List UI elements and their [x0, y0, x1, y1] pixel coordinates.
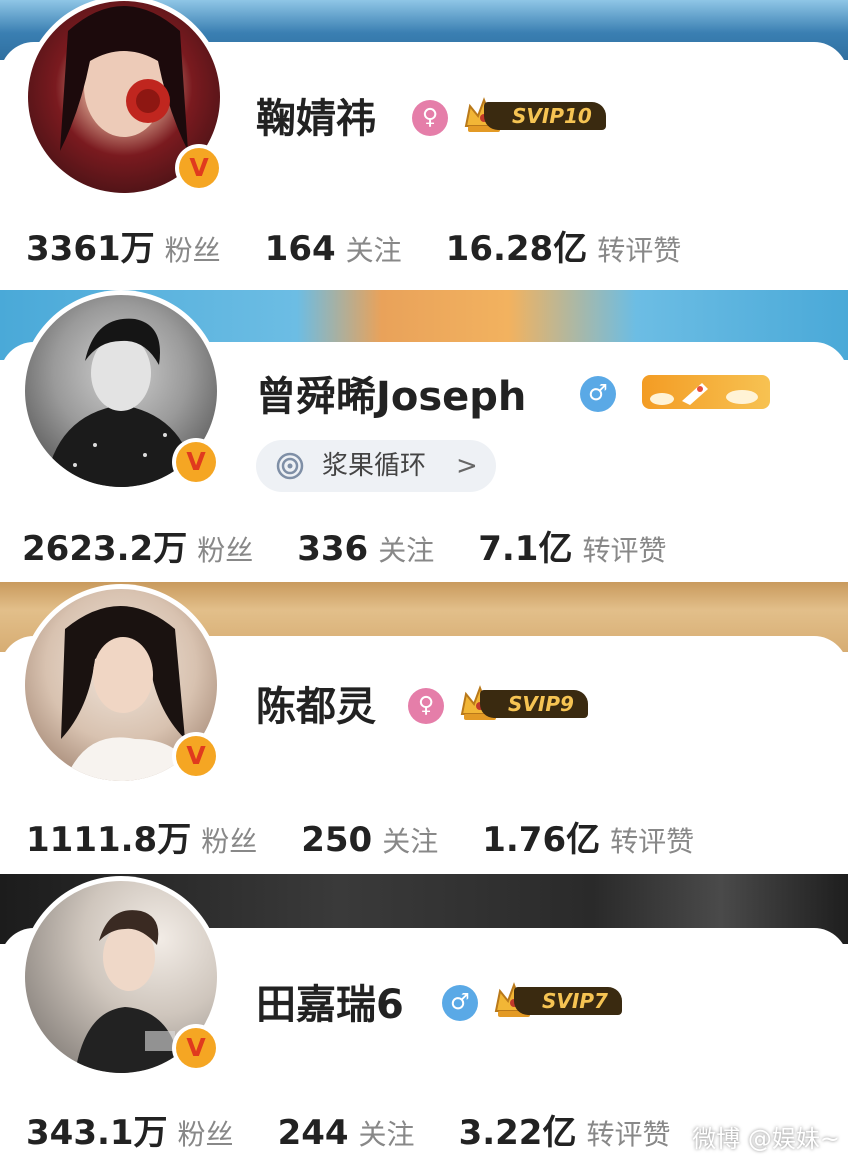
chevron-right-icon: >: [456, 451, 478, 481]
svip-level-label: SVIP10: [484, 102, 606, 130]
interactions-label: 转评赞: [597, 234, 682, 267]
profile-card-2[interactable]: V 曾舜晞Joseph ♂ 浆果循环 > 2623.2万 粉丝 336 关注 7.1亿转…: [0, 290, 848, 582]
watermark: 微博 @娱妹~: [692, 1125, 840, 1153]
following-label[interactable]: 关注: [346, 234, 402, 267]
following-count[interactable]: 244: [278, 1113, 349, 1153]
profile-name: 田嘉瑞6: [256, 982, 404, 1028]
verified-v-icon: V: [176, 736, 216, 776]
following-count[interactable]: 250: [301, 820, 372, 860]
verified-badge: V: [172, 438, 220, 486]
rocket-badge[interactable]: [642, 375, 770, 409]
following-label[interactable]: 关注: [378, 534, 434, 567]
profile-name: 陈都灵: [256, 684, 376, 730]
following-count[interactable]: 336: [297, 529, 368, 569]
verified-v-icon: V: [176, 442, 216, 482]
following-label[interactable]: 关注: [359, 1118, 415, 1151]
verified-badge: V: [175, 144, 223, 192]
profile-card-4[interactable]: V 田嘉瑞6 ♂ SVIP7 343.1万 粉丝 244 关注 3.22亿 转评赞 微博 …: [0, 874, 848, 1162]
fans-count[interactable]: 343.1万: [26, 1113, 168, 1153]
group-label: 浆果循环: [322, 451, 427, 481]
interactions-count: 1.76亿: [482, 820, 601, 860]
fans-count[interactable]: 1111.8万: [26, 820, 191, 860]
verified-v-icon: V: [176, 1028, 216, 1068]
svip-level-label: SVIP9: [480, 690, 588, 718]
interactions-count: 3.22亿: [458, 1113, 577, 1153]
profile-stats: 3361万 粉丝 164 关注 16.28亿 转评赞: [26, 227, 725, 277]
avatar[interactable]: V: [20, 290, 222, 492]
verified-v-icon: V: [179, 148, 219, 188]
male-icon: ♂: [580, 376, 616, 412]
profile-card-1[interactable]: V 鞠婧祎 ♀ SVIP10 3361万 粉丝 164 关注 16.28亿 转评赞: [0, 0, 848, 290]
interactions-label: 转评赞: [582, 534, 667, 567]
avatar[interactable]: V: [23, 0, 225, 198]
group-chip[interactable]: 浆果循环 >: [256, 440, 496, 492]
interactions-count: 16.28亿: [445, 229, 588, 269]
fans-label[interactable]: 粉丝: [201, 825, 257, 858]
profile-name: 鞠婧祎: [256, 96, 376, 142]
female-icon: ♀: [408, 688, 444, 724]
fans-label[interactable]: 粉丝: [178, 1118, 234, 1151]
avatar[interactable]: V: [20, 876, 222, 1078]
profile-stats: 2623.2万 粉丝 336 关注 7.1亿 转评赞: [22, 527, 710, 577]
male-icon: ♂: [442, 985, 478, 1021]
fans-label[interactable]: 粉丝: [165, 234, 221, 267]
verified-badge: V: [172, 1024, 220, 1072]
following-label[interactable]: 关注: [382, 825, 438, 858]
rocket-icon: [650, 383, 758, 405]
fans-count[interactable]: 3361万: [26, 229, 155, 269]
interactions-count: 7.1亿: [478, 529, 573, 569]
verified-badge: V: [172, 732, 220, 780]
fans-label[interactable]: 粉丝: [197, 534, 253, 567]
female-icon: ♀: [412, 100, 448, 136]
interactions-label: 转评赞: [610, 825, 695, 858]
profile-stats: 343.1万 粉丝 244 关注 3.22亿 转评赞: [26, 1111, 714, 1161]
profile-name: 曾舜晞Joseph: [256, 374, 527, 420]
following-count[interactable]: 164: [265, 229, 336, 269]
profile-card-3[interactable]: V 陈都灵 ♀ SVIP9 1111.8万 粉丝 250 关注 1.76亿 转评赞: [0, 582, 848, 874]
profile-stats: 1111.8万 粉丝 250 关注 1.76亿 转评赞: [26, 818, 738, 868]
svip-level-label: SVIP7: [514, 987, 622, 1015]
interactions-label: 转评赞: [586, 1118, 671, 1151]
fans-count[interactable]: 2623.2万: [22, 529, 187, 569]
avatar[interactable]: V: [20, 584, 222, 786]
spiral-icon: [276, 452, 304, 480]
